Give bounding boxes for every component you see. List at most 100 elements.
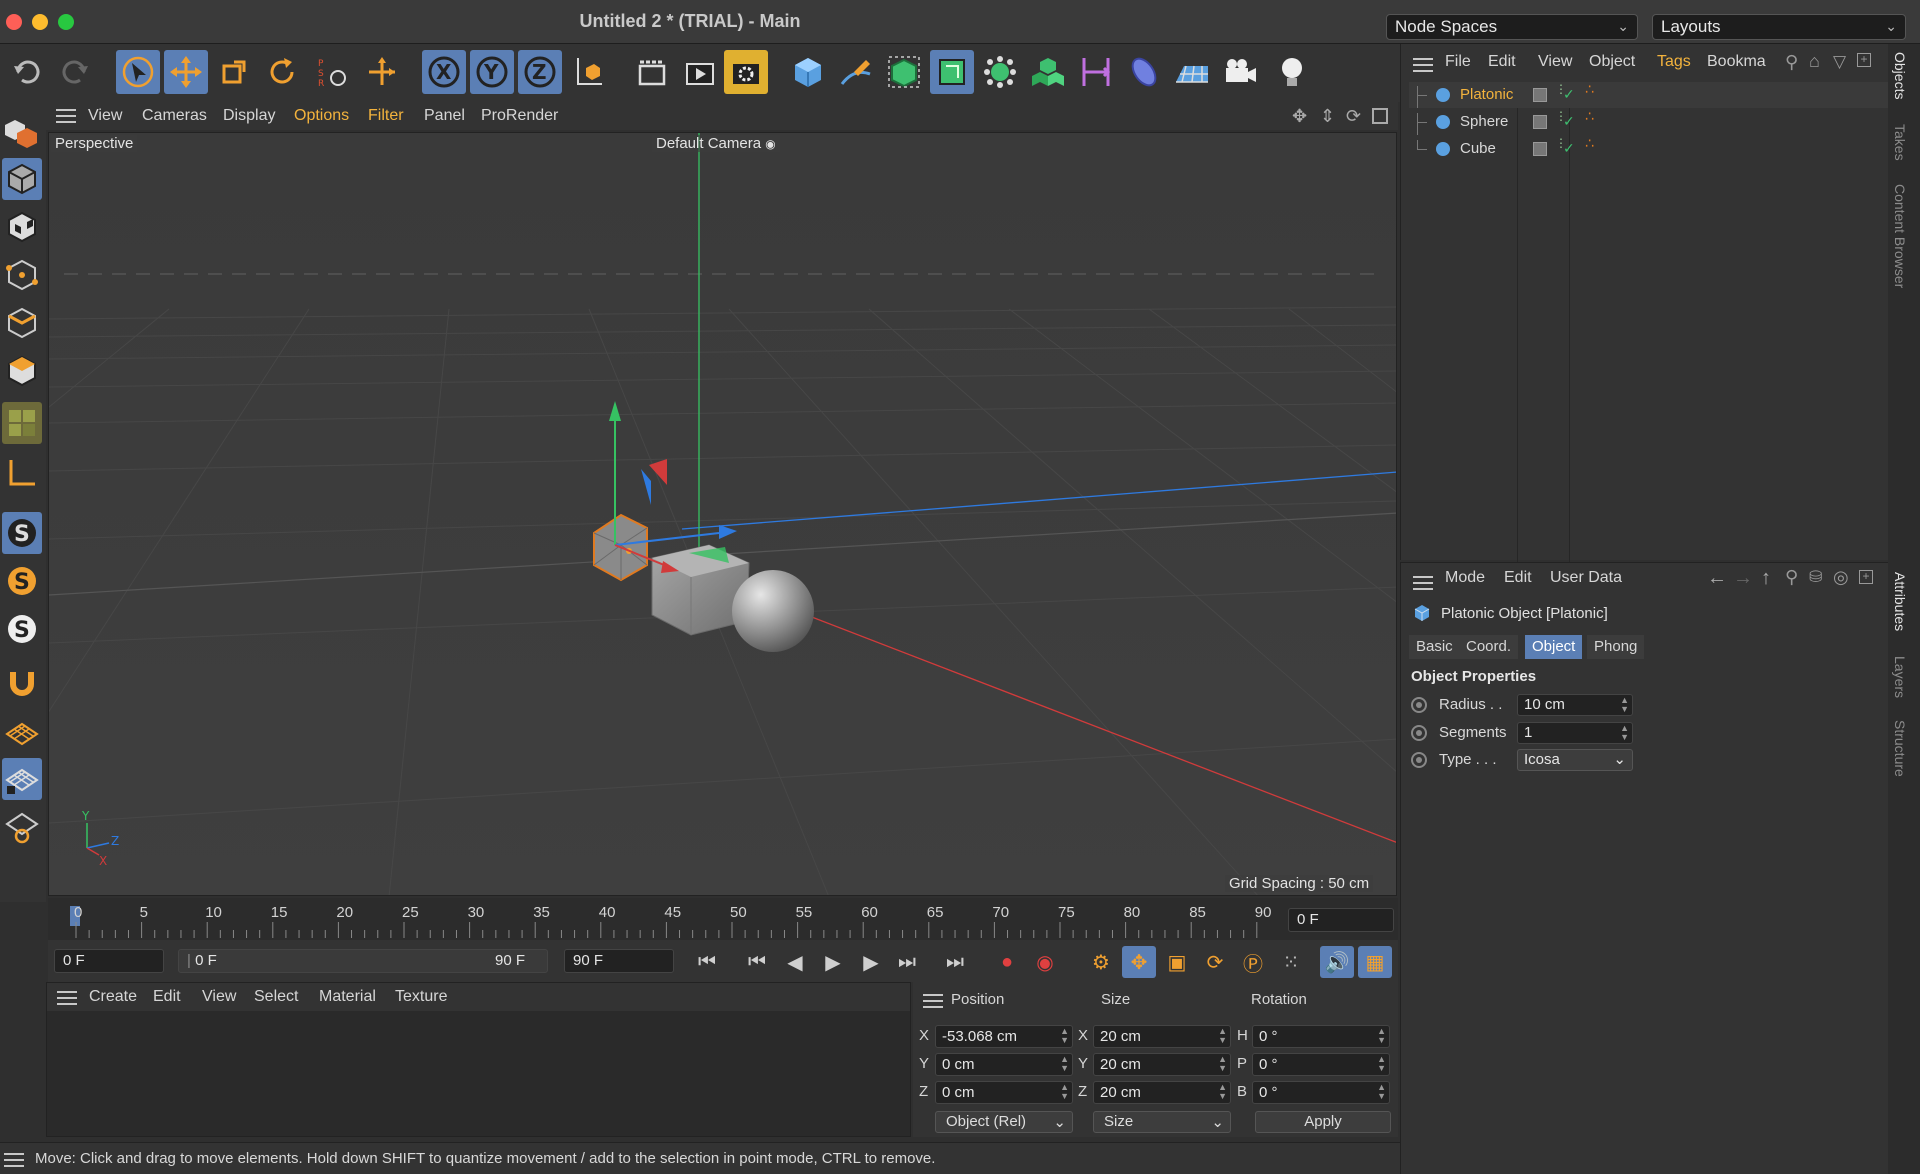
current-frame-field[interactable]: 0 F (1288, 908, 1394, 932)
workplane-snap-button[interactable]: S (2, 608, 42, 650)
new-window-icon[interactable]: + (1859, 570, 1873, 584)
object-menu-edit[interactable]: Edit (1488, 53, 1516, 71)
attribute-menu-user-data[interactable]: User Data (1550, 569, 1622, 587)
edges-mode-button[interactable] (2, 302, 42, 344)
search-icon[interactable]: ⚲ (1785, 567, 1798, 588)
key-scale-button[interactable]: ▣ (1160, 946, 1194, 978)
stepper-icon[interactable]: ▲ ▼ (1060, 1055, 1069, 1073)
enabled-check-icon[interactable]: ✓ (1563, 113, 1575, 130)
polygons-mode-button[interactable] (2, 350, 42, 392)
type-select[interactable]: Icosa ⌄ (1517, 749, 1633, 771)
key-pla-button[interactable]: ⁙ (1274, 946, 1308, 978)
object-row-2[interactable]: Cube ⋮ ✓ ∴ (1409, 136, 1889, 162)
axis-mode-button[interactable] (2, 452, 42, 494)
render-settings-button[interactable] (724, 50, 768, 94)
object-menu-view[interactable]: View (1538, 53, 1572, 71)
object-name[interactable]: Cube (1460, 140, 1496, 157)
rotation-b-field[interactable]: 0 ° ▲ ▼ (1252, 1081, 1390, 1104)
previous-key-button[interactable]: ⏮ (740, 946, 774, 978)
workplane-button[interactable] (2, 712, 42, 754)
light-button[interactable] (1270, 50, 1314, 94)
next-key-button[interactable]: ⏭ (890, 946, 924, 978)
material-menu-edit[interactable]: Edit (153, 988, 181, 1006)
stepper-icon[interactable]: ▲ ▼ (1377, 1027, 1386, 1045)
transform-tool-button[interactable] (360, 50, 404, 94)
hamburger-menu-icon[interactable] (56, 109, 76, 123)
view-name-label[interactable]: Perspective (51, 135, 138, 152)
filter-icon[interactable]: ▽ (1833, 52, 1846, 72)
size-x-field[interactable]: 20 cm ▲ ▼ (1093, 1025, 1231, 1048)
hamburger-menu-icon[interactable] (57, 991, 77, 1005)
points-mode-button[interactable] (2, 254, 42, 296)
object-menu-tags[interactable]: Tags (1657, 53, 1691, 71)
radius-field[interactable]: 10 cm ▲ ▼ (1517, 694, 1633, 716)
mograph-blocks-button[interactable] (1026, 50, 1070, 94)
stepper-icon[interactable]: ▲ ▼ (1218, 1027, 1227, 1045)
side-tab-takes[interactable]: Takes (1892, 124, 1908, 161)
animate-radio[interactable] (1411, 752, 1427, 768)
viewport-menu-display[interactable]: Display (223, 107, 275, 125)
previous-frame-button[interactable]: ◀ (778, 946, 812, 978)
start-frame-field[interactable]: 0 F (54, 949, 164, 973)
snap-button[interactable]: S (2, 512, 42, 554)
key-rotation-button[interactable]: ⟳ (1198, 946, 1232, 978)
object-menu-bookmarks[interactable]: Bookma (1707, 53, 1766, 71)
model-mode-button[interactable] (2, 158, 42, 200)
dolly-view-icon[interactable]: ⇕ (1320, 106, 1335, 127)
auto-key-button[interactable]: ◉ (1028, 946, 1062, 978)
move-tool-button[interactable] (164, 50, 208, 94)
deformer-button[interactable] (1074, 50, 1118, 94)
viewport-menu-view[interactable]: View (88, 107, 122, 125)
viewport-menu-panel[interactable]: Panel (424, 107, 465, 125)
object-name[interactable]: Platonic (1460, 86, 1513, 103)
maximize-view-icon[interactable] (1372, 108, 1388, 124)
keyframe-selection-button[interactable]: ⚙ (1084, 946, 1118, 978)
attribute-menu-mode[interactable]: Mode (1445, 569, 1485, 587)
side-tab-layers[interactable]: Layers (1892, 656, 1908, 698)
forward-arrow-icon[interactable]: → (1733, 567, 1753, 590)
film-strip-button[interactable]: ▦ (1358, 946, 1392, 978)
size-y-field[interactable]: 20 cm ▲ ▼ (1093, 1053, 1231, 1076)
redo-button[interactable] (52, 50, 96, 94)
orbit-view-icon[interactable]: ⟳ (1346, 106, 1361, 127)
size-z-field[interactable]: 20 cm ▲ ▼ (1093, 1081, 1231, 1104)
rotation-p-field[interactable]: 0 ° ▲ ▼ (1252, 1053, 1390, 1076)
cube-object-button[interactable] (786, 50, 830, 94)
position-z-field[interactable]: 0 cm ▲ ▼ (935, 1081, 1073, 1104)
side-tab-structure[interactable]: Structure (1892, 720, 1908, 777)
tab-basic[interactable]: Basic (1409, 635, 1460, 659)
stepper-icon[interactable]: ▲ ▼ (1218, 1083, 1227, 1101)
viewport-menu-cameras[interactable]: Cameras (142, 107, 207, 125)
floor-button[interactable] (1170, 50, 1214, 94)
locked-workplane-button[interactable] (2, 758, 42, 800)
spline-pen-button[interactable] (834, 50, 878, 94)
scale-tool-button[interactable] (212, 50, 256, 94)
render-picture-viewer-button[interactable] (678, 50, 722, 94)
z-axis-lock-button[interactable]: Z (518, 50, 562, 94)
material-manager[interactable]: Create Edit View Select Material Texture (46, 982, 911, 1137)
stepper-icon[interactable]: ▲ ▼ (1218, 1055, 1227, 1073)
display-tag-icon[interactable] (1533, 142, 1547, 156)
animate-radio[interactable] (1411, 697, 1427, 713)
camera-button[interactable] (1218, 50, 1262, 94)
display-tag-icon[interactable] (1533, 115, 1547, 129)
x-axis-lock-button[interactable]: X (422, 50, 466, 94)
home-icon[interactable]: ⌂ (1809, 51, 1820, 72)
attribute-menu-edit[interactable]: Edit (1504, 569, 1532, 587)
select-tool-button[interactable] (116, 50, 160, 94)
animate-radio[interactable] (1411, 725, 1427, 741)
material-menu-create[interactable]: Create (89, 988, 137, 1006)
pan-view-icon[interactable]: ✥ (1292, 106, 1307, 127)
material-menu-material[interactable]: Material (319, 988, 376, 1006)
size-mode-select[interactable]: Size ⌄ (1093, 1111, 1231, 1133)
hamburger-menu-icon[interactable] (4, 1153, 24, 1167)
stepper-icon[interactable]: ▲ ▼ (1620, 724, 1629, 742)
back-arrow-icon[interactable]: ← (1707, 567, 1727, 590)
3d-viewport[interactable]: Y Z X Perspective Default Camera ◉ Grid … (48, 132, 1397, 896)
coordinate-mode-select[interactable]: Object (Rel) ⌄ (935, 1111, 1073, 1133)
cloner-button[interactable] (978, 50, 1022, 94)
tab-object[interactable]: Object (1525, 635, 1583, 659)
key-position-button[interactable]: ✥ (1122, 946, 1156, 978)
subdivision-surface-button[interactable] (882, 50, 926, 94)
stepper-icon[interactable]: ▲ ▼ (1060, 1027, 1069, 1045)
